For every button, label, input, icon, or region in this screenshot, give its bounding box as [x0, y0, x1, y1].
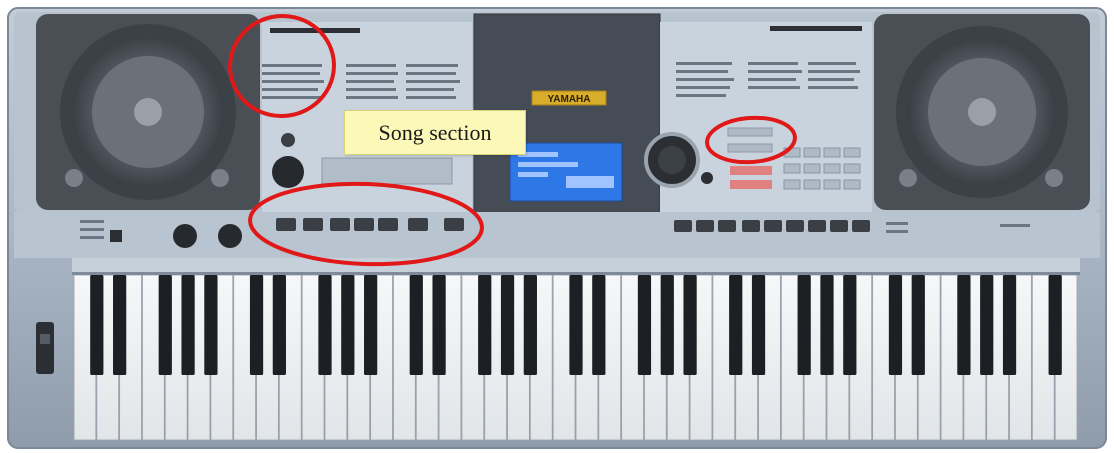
lower-control-strip — [14, 212, 1100, 258]
keybed-rim — [72, 272, 1080, 275]
keyboard-image: YAMAHA — [7, 7, 1107, 449]
black-key — [90, 275, 104, 375]
volume-knob — [173, 224, 197, 248]
yamaha-logo-text: YAMAHA — [548, 94, 591, 105]
black-key — [364, 275, 378, 375]
black-key — [637, 275, 652, 375]
black-key — [478, 275, 492, 375]
black-key — [113, 275, 127, 375]
black-key — [409, 275, 423, 375]
black-key — [911, 275, 925, 375]
black-key — [341, 275, 355, 375]
black-key — [432, 275, 446, 375]
black-key — [592, 275, 606, 375]
black-key — [980, 275, 994, 375]
black-key — [751, 275, 766, 375]
black-key — [660, 275, 674, 375]
tempo-knob — [218, 224, 242, 248]
keyboard-photo: YAMAHA Song section — [0, 0, 1114, 453]
black-key — [569, 275, 583, 375]
black-key — [249, 275, 264, 375]
black-key — [181, 275, 195, 375]
black-key — [683, 275, 697, 375]
black-key — [318, 275, 332, 375]
key-label-strip — [72, 258, 1080, 272]
black-key — [500, 275, 515, 375]
black-key — [204, 275, 218, 375]
black-key — [158, 275, 172, 375]
right-speaker — [874, 14, 1090, 210]
black-key — [820, 275, 834, 375]
black-key — [729, 275, 743, 375]
left-speaker — [36, 14, 260, 210]
black-key — [843, 275, 857, 375]
black-key — [1048, 275, 1062, 375]
black-key — [888, 275, 903, 375]
black-key — [523, 275, 537, 375]
black-key — [797, 275, 811, 375]
black-key — [272, 275, 286, 375]
black-key — [1002, 275, 1017, 375]
black-key — [957, 275, 971, 375]
pitch-bend-slot — [36, 322, 54, 374]
song-section-label: Song section — [344, 110, 526, 155]
